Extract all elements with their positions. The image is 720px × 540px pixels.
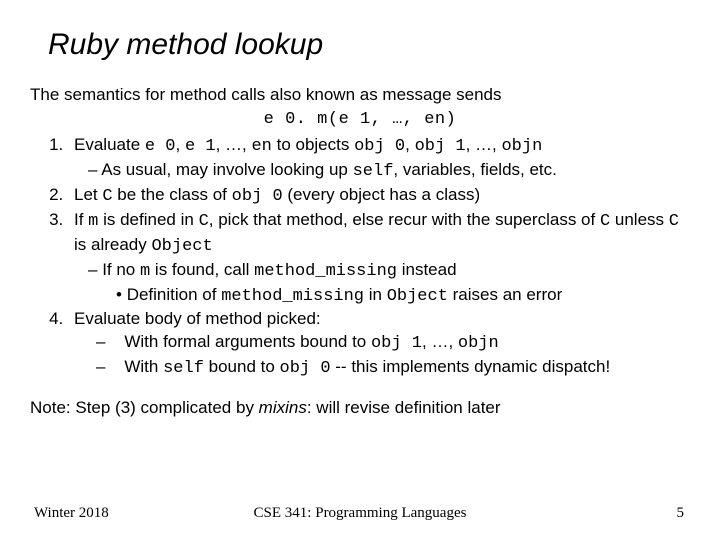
code: Object [387,287,448,306]
footer-term: Winter 2018 [34,505,109,522]
step-2: Let C be the class of obj 0 (every objec… [68,184,690,209]
code: self [353,162,394,181]
slide-body: The semantics for method calls also know… [30,84,690,420]
t: With [124,357,163,376]
code-expression: e 0. m(e 1, …, en) [30,109,690,132]
t: Evaluate [74,135,145,154]
slide-title: Ruby method lookup [48,28,690,62]
step-3-bullet-item: Definition of method_missing in Object r… [116,284,690,309]
mixins-term: mixins [259,398,307,417]
code: obj 0 [354,137,405,156]
code: m [88,212,98,231]
code: obj 0 [232,187,283,206]
code: e 0 [145,137,176,156]
t: in [364,285,387,304]
t: to objects [272,135,354,154]
t: If [74,210,88,229]
t: Note: Step (3) complicated by [30,398,259,417]
code: method_missing [221,287,364,306]
code: obj 1 [371,334,422,353]
code: C [102,187,112,206]
note-text: Note: Step (3) complicated by mixins: wi… [30,397,690,420]
step-1-sub-item: As usual, may involve looking up self, v… [88,159,690,184]
code: C [600,212,610,231]
t: , variables, fields, etc. [393,160,556,179]
step-3-sub-item: If no m is found, call method_missing in… [88,259,690,309]
t: is defined in [98,210,198,229]
t: (every object has a class) [283,185,480,204]
t: Let [74,185,102,204]
code: objn [501,137,542,156]
t: , [176,135,185,154]
code: e 1 [185,137,216,156]
code: obj 1 [415,137,466,156]
t: is found, call [150,260,254,279]
code: C [669,212,679,231]
step-3-sub: If no m is found, call method_missing in… [88,259,690,309]
code: C [199,212,209,231]
t: Evaluate body of method picked: [74,309,321,328]
code: en [251,137,271,156]
t: , [405,135,414,154]
code: Object [151,237,212,256]
code: m [140,262,150,281]
footer-course: CSE 341: Programming Languages [30,505,690,522]
step-1-sub: As usual, may involve looking up self, v… [88,159,690,184]
code: method_missing [254,262,397,281]
code: obj 0 [280,359,331,378]
t: , …, [422,332,458,351]
step-4-sub: – With formal arguments bound to obj 1, … [74,331,690,381]
step-4-sub-2: – With self bound to obj 0 -- this imple… [96,356,690,381]
slide-footer: Winter 2018 CSE 341: Programming Languag… [0,505,720,522]
t: As usual, may involve looking up [101,160,352,179]
t: , …, [216,135,252,154]
code: self [163,359,204,378]
t: bound to [204,357,280,376]
steps-list: Evaluate e 0, e 1, …, en to objects obj … [44,134,690,381]
t: , …, [466,135,502,154]
t: instead [397,260,457,279]
intro-text: The semantics for method calls also know… [30,84,690,107]
t: -- this implements dynamic dispatch! [331,357,611,376]
t: is already [74,235,151,254]
t: If no [102,260,140,279]
step-3: If m is defined in C, pick that method, … [68,209,690,309]
t: unless [610,210,669,229]
t: , pick that method, else recur with the … [209,210,600,229]
step-3-bullet: Definition of method_missing in Object r… [116,284,690,309]
step-4: Evaluate body of method picked: – With f… [68,308,690,381]
t: Definition of [127,285,222,304]
code: objn [458,334,499,353]
t: be the class of [113,185,232,204]
footer-page-number: 5 [677,505,685,522]
t: With formal arguments bound to [124,332,371,351]
step-4-sub-1: – With formal arguments bound to obj 1, … [96,331,690,356]
t: : will revise definition later [307,398,501,417]
t: raises an error [448,285,562,304]
step-1: Evaluate e 0, e 1, …, en to objects obj … [68,134,690,184]
